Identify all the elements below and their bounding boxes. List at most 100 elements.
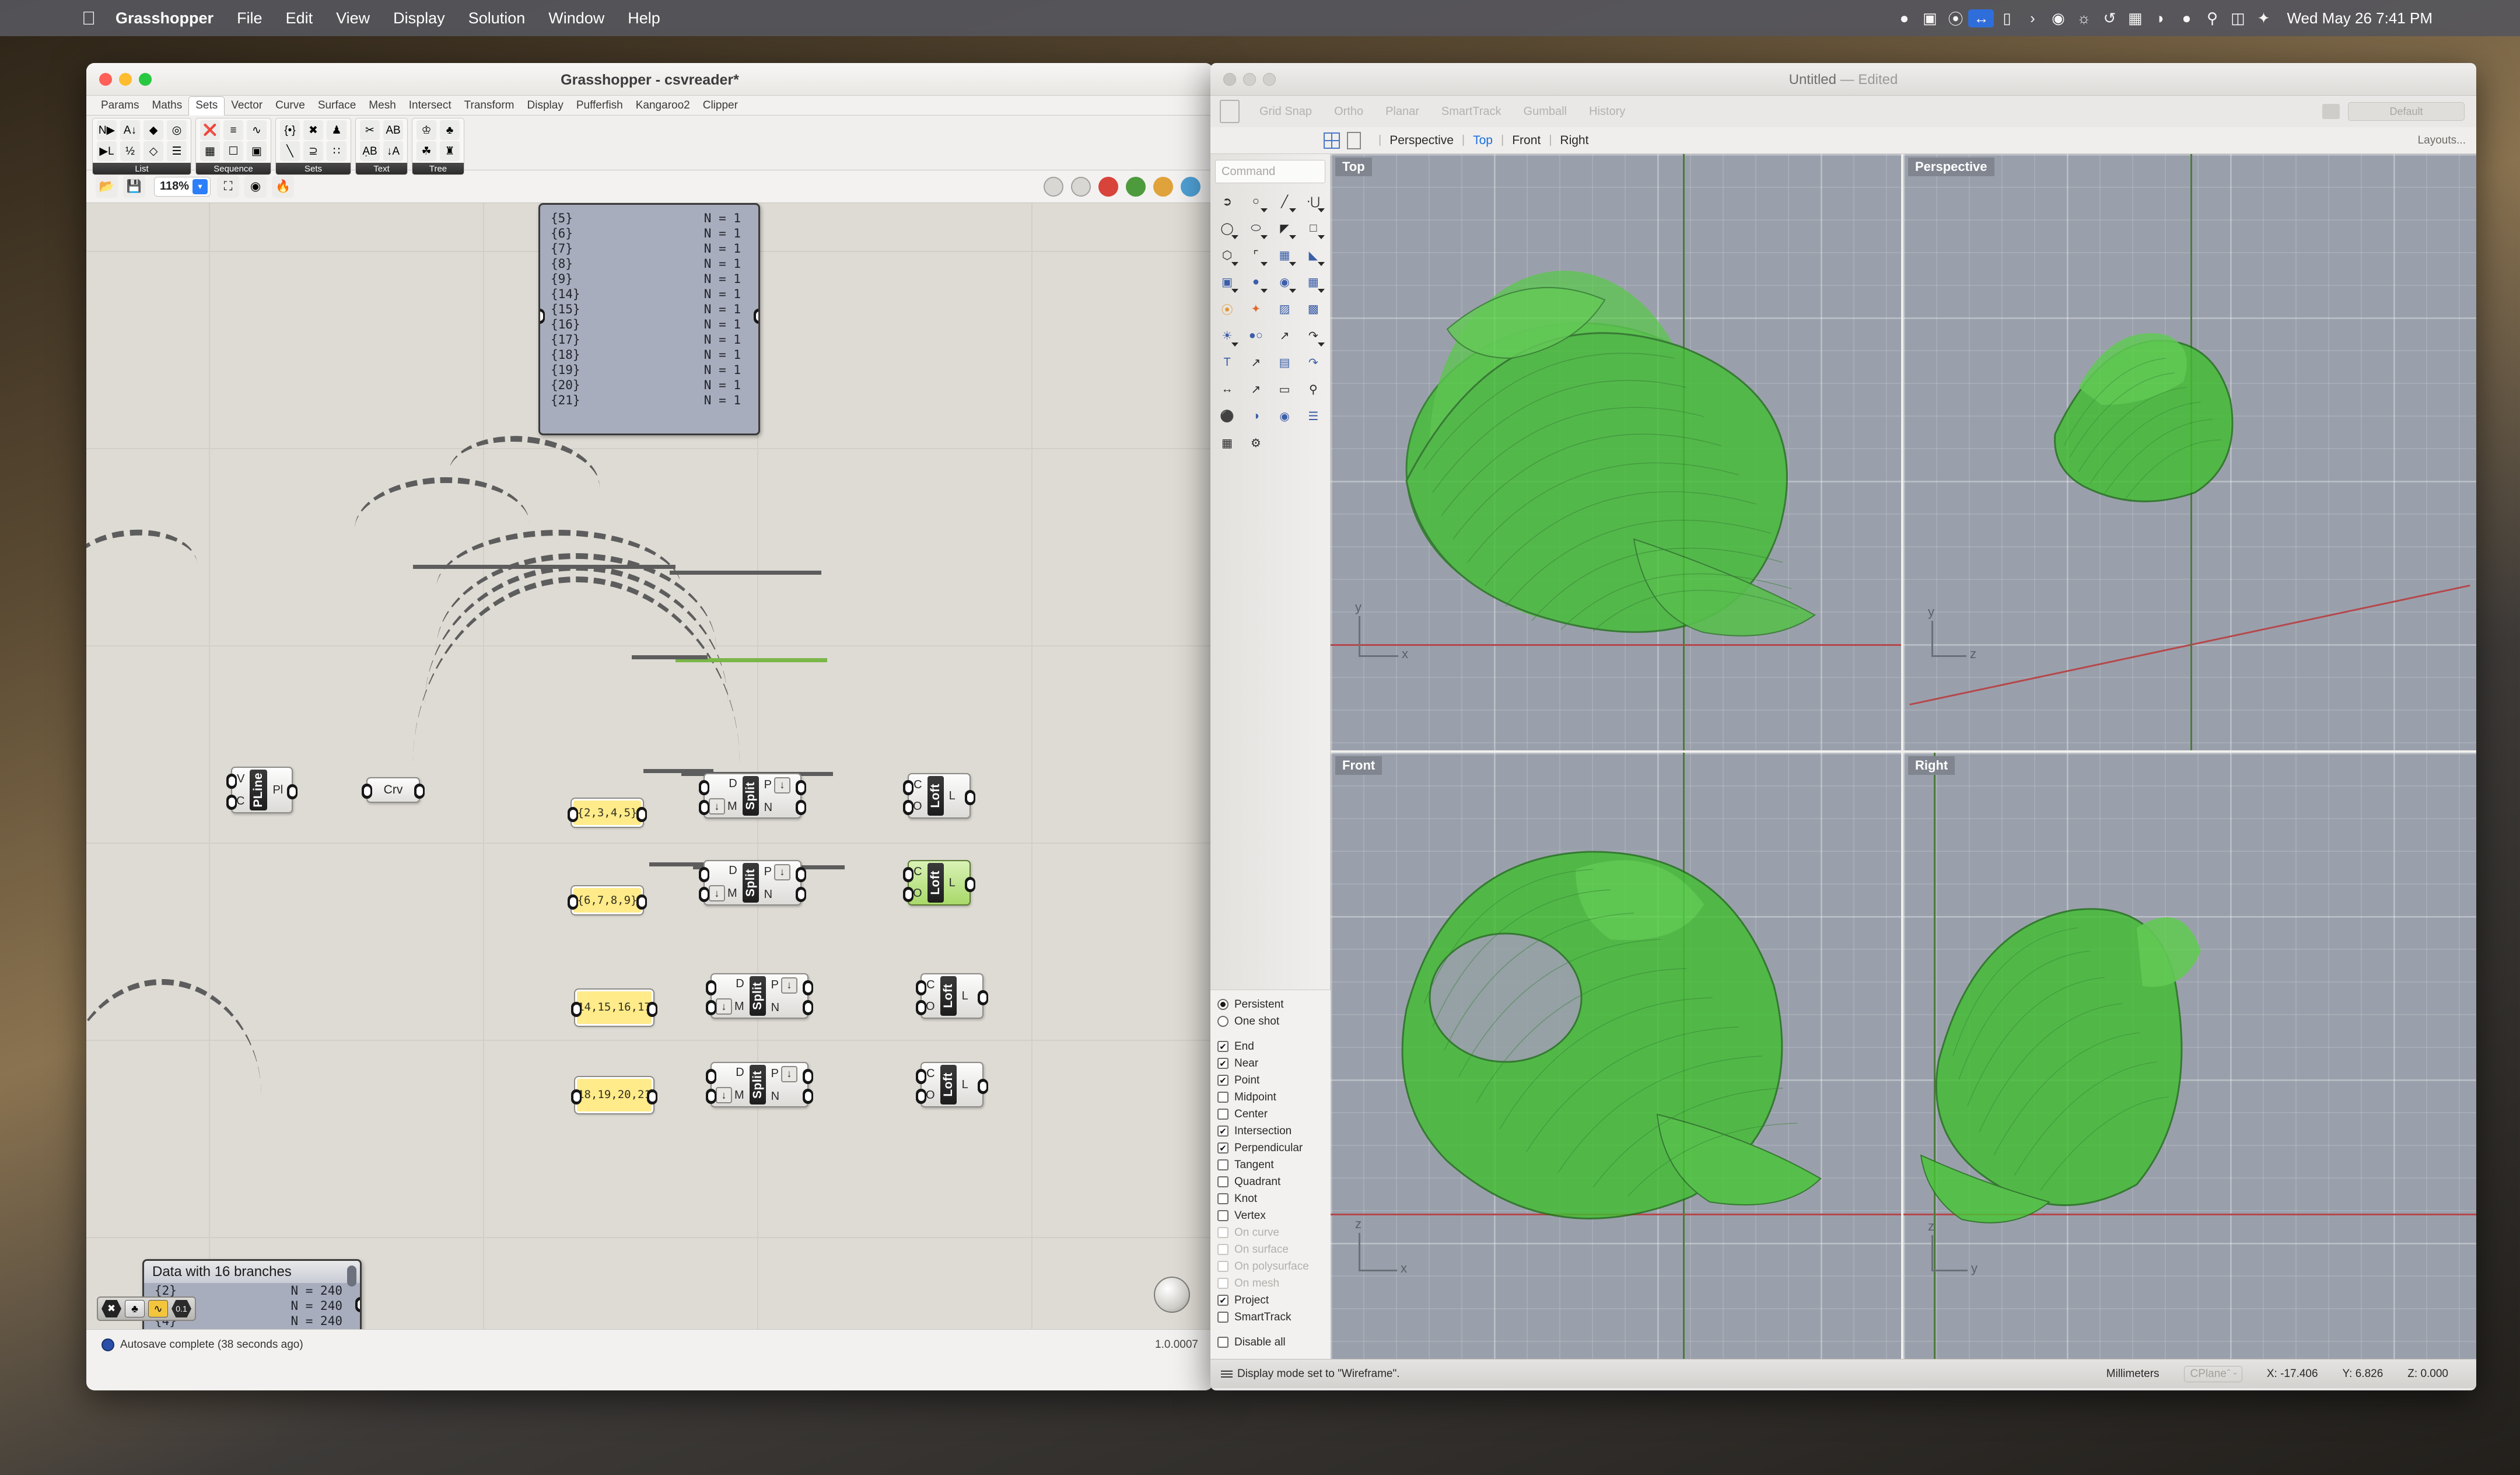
menu-item-view[interactable]: View	[336, 9, 370, 27]
preview-icon[interactable]: ◉	[244, 175, 267, 198]
toolbar-smarttrack[interactable]: SmartTrack	[1441, 105, 1502, 118]
split-2-input-d[interactable]: D	[729, 864, 737, 878]
tree-branch-icon[interactable]: ♔	[416, 120, 436, 140]
viewport-tab-right[interactable]: Right	[1560, 134, 1588, 148]
checkbox-icon[interactable]: ✔	[1217, 1041, 1228, 1052]
menu-clock[interactable]: Wed May 26 7:41 PM	[2287, 9, 2432, 27]
param-curve[interactable]: Crv	[362, 777, 425, 803]
colors-icon[interactable]: ◉	[1272, 404, 1298, 428]
viewport-perspective[interactable]: Perspective y z	[1903, 154, 2476, 750]
leader-icon[interactable]: ↗	[1242, 377, 1269, 401]
dispatch-icon[interactable]: ◆	[144, 120, 163, 140]
analyze-icon[interactable]: ⚲	[1300, 377, 1326, 401]
box-icon[interactable]: ▣	[1214, 270, 1240, 294]
osnap-item-quadrant[interactable]: Quadrant	[1217, 1173, 1331, 1190]
menu-app-name[interactable]: Grasshopper	[116, 9, 214, 27]
tree-stats-icon[interactable]: ♣	[440, 120, 460, 140]
loft-1-input-c[interactable]: C	[914, 778, 922, 792]
input-grip[interactable]	[706, 1089, 716, 1104]
checkbox-icon[interactable]: ✔	[1217, 1058, 1228, 1069]
flatten-icon[interactable]: ♜	[440, 141, 460, 161]
weave-icon[interactable]: ◇	[144, 141, 163, 161]
accessibility-icon[interactable]: ☼	[2071, 9, 2096, 27]
split-4-output-p[interactable]: P	[771, 1067, 779, 1081]
data-panel-top[interactable]: {5} N = 1 {6} N = 1 {7} N = 1 {8} N = 1 {9} N = 1…	[538, 203, 760, 435]
menu-item-window[interactable]: Window	[548, 9, 604, 27]
split-list-icon[interactable]: ½	[120, 141, 140, 161]
save-file-icon[interactable]: 💾	[123, 175, 145, 198]
toolbar-gumball[interactable]: Gumball	[1524, 105, 1567, 118]
viewport-tab-front[interactable]: Front	[1512, 134, 1541, 148]
sphere-icon[interactable]: ●	[1242, 270, 1269, 294]
input-grip[interactable]	[706, 980, 716, 995]
osnap-item-center[interactable]: Center	[1217, 1106, 1331, 1123]
blue-circle-icon[interactable]	[1181, 176, 1200, 197]
checkbox-icon[interactable]	[1217, 1193, 1228, 1204]
hatch-icon[interactable]: ▭	[1272, 377, 1298, 401]
osnap-item-midpoint[interactable]: Midpoint	[1217, 1089, 1331, 1106]
input-grip[interactable]	[916, 1069, 926, 1084]
osnap-item-end[interactable]: ✔ End	[1217, 1038, 1331, 1055]
surface-grid-icon[interactable]: ▦	[1300, 270, 1326, 294]
chevron-down-icon[interactable]: ▾	[192, 179, 208, 194]
panel-output-grip[interactable]	[355, 1297, 360, 1312]
input-grip[interactable]	[699, 867, 709, 882]
user-icon[interactable]: ●	[2174, 9, 2199, 27]
index-panel-2[interactable]: {6,7,8,9}	[568, 885, 647, 915]
settings-icon[interactable]: ⚙	[1242, 431, 1269, 455]
input-grip[interactable]	[226, 795, 237, 810]
flatten-badge-icon[interactable]: ↓	[709, 798, 725, 815]
input-grip[interactable]	[571, 1002, 582, 1017]
osnap-item-intersection[interactable]: ✔ Intersection	[1217, 1123, 1331, 1140]
input-grip[interactable]	[226, 774, 237, 789]
output-grip[interactable]	[803, 1069, 813, 1084]
zoom-extents-icon[interactable]: ⛶	[217, 175, 240, 198]
input-grip[interactable]	[903, 867, 914, 882]
viewport-splitter-horizontal[interactable]	[1331, 750, 2476, 753]
undo-icon[interactable]	[2276, 104, 2291, 119]
text-icon[interactable]: T	[1214, 350, 1240, 375]
split-3-output-n[interactable]: N	[771, 1001, 779, 1015]
arc-icon[interactable]: ◤	[1272, 216, 1298, 240]
viewport-front-label[interactable]: Front	[1335, 756, 1382, 775]
tab-maths[interactable]: Maths	[145, 97, 188, 115]
osnap-item-tangent[interactable]: Tangent	[1217, 1156, 1331, 1173]
menu-item-edit[interactable]: Edit	[286, 9, 313, 27]
toolbar-grid-snap[interactable]: Grid Snap	[1259, 105, 1312, 118]
ellipse-icon[interactable]: ⬭	[1242, 216, 1269, 240]
sort-text-icon[interactable]: ↓A	[383, 141, 403, 161]
cplane-select[interactable]: CPlane	[2183, 1365, 2242, 1382]
component-loft-3[interactable]: C O Loft L	[916, 973, 988, 1019]
circles-icon[interactable]: ●○	[1242, 323, 1269, 348]
tab-params[interactable]: Params	[94, 97, 145, 115]
tab-sets[interactable]: Sets	[188, 96, 225, 116]
tab-display[interactable]: Display	[521, 97, 570, 115]
loft-1-output-l[interactable]: L	[949, 789, 956, 803]
pline-input-v[interactable]: V	[237, 773, 244, 786]
flatten-badge-icon[interactable]: ↓	[709, 885, 725, 902]
cylinder-icon[interactable]: ◉	[1272, 270, 1298, 294]
dimension-icon[interactable]: ↔	[1214, 377, 1240, 401]
flatten-badge-icon[interactable]: ↓	[716, 998, 732, 1015]
screen-recording-icon[interactable]: ▣	[1917, 9, 1943, 27]
fibonacci-icon[interactable]: ∿	[247, 120, 267, 140]
offset-curve-icon[interactable]: ↗	[1272, 323, 1298, 348]
pline-input-c[interactable]: C	[236, 795, 244, 808]
chevron-right-icon[interactable]: ›	[2020, 9, 2045, 27]
loft-2-input-c[interactable]: C	[914, 865, 922, 879]
error-widget-icon[interactable]: ✖	[102, 1300, 121, 1317]
layouts-button[interactable]: Layouts...	[2418, 134, 2476, 147]
set-union-icon[interactable]: ⊇	[303, 141, 323, 161]
split-4-input-d[interactable]: D	[736, 1066, 744, 1079]
extrude-surface-icon[interactable]: ◣	[1300, 243, 1326, 267]
flatten-badge-icon[interactable]: ↓	[781, 977, 798, 994]
rectangle-icon[interactable]: □	[1300, 216, 1326, 240]
layers-icon[interactable]: ☰	[1300, 404, 1326, 428]
split-2-input-m[interactable]: M	[727, 887, 737, 900]
split-3-input-d[interactable]: D	[736, 977, 744, 991]
mirror-icon[interactable]: ↷	[1300, 350, 1326, 375]
flatten-badge-icon[interactable]: ↓	[774, 864, 791, 880]
set-difference-icon[interactable]: ╲	[280, 141, 300, 161]
osnap-item-perpendicular[interactable]: ✔ Perpendicular	[1217, 1140, 1331, 1156]
checkbox-icon[interactable]: ✔	[1217, 1126, 1228, 1137]
